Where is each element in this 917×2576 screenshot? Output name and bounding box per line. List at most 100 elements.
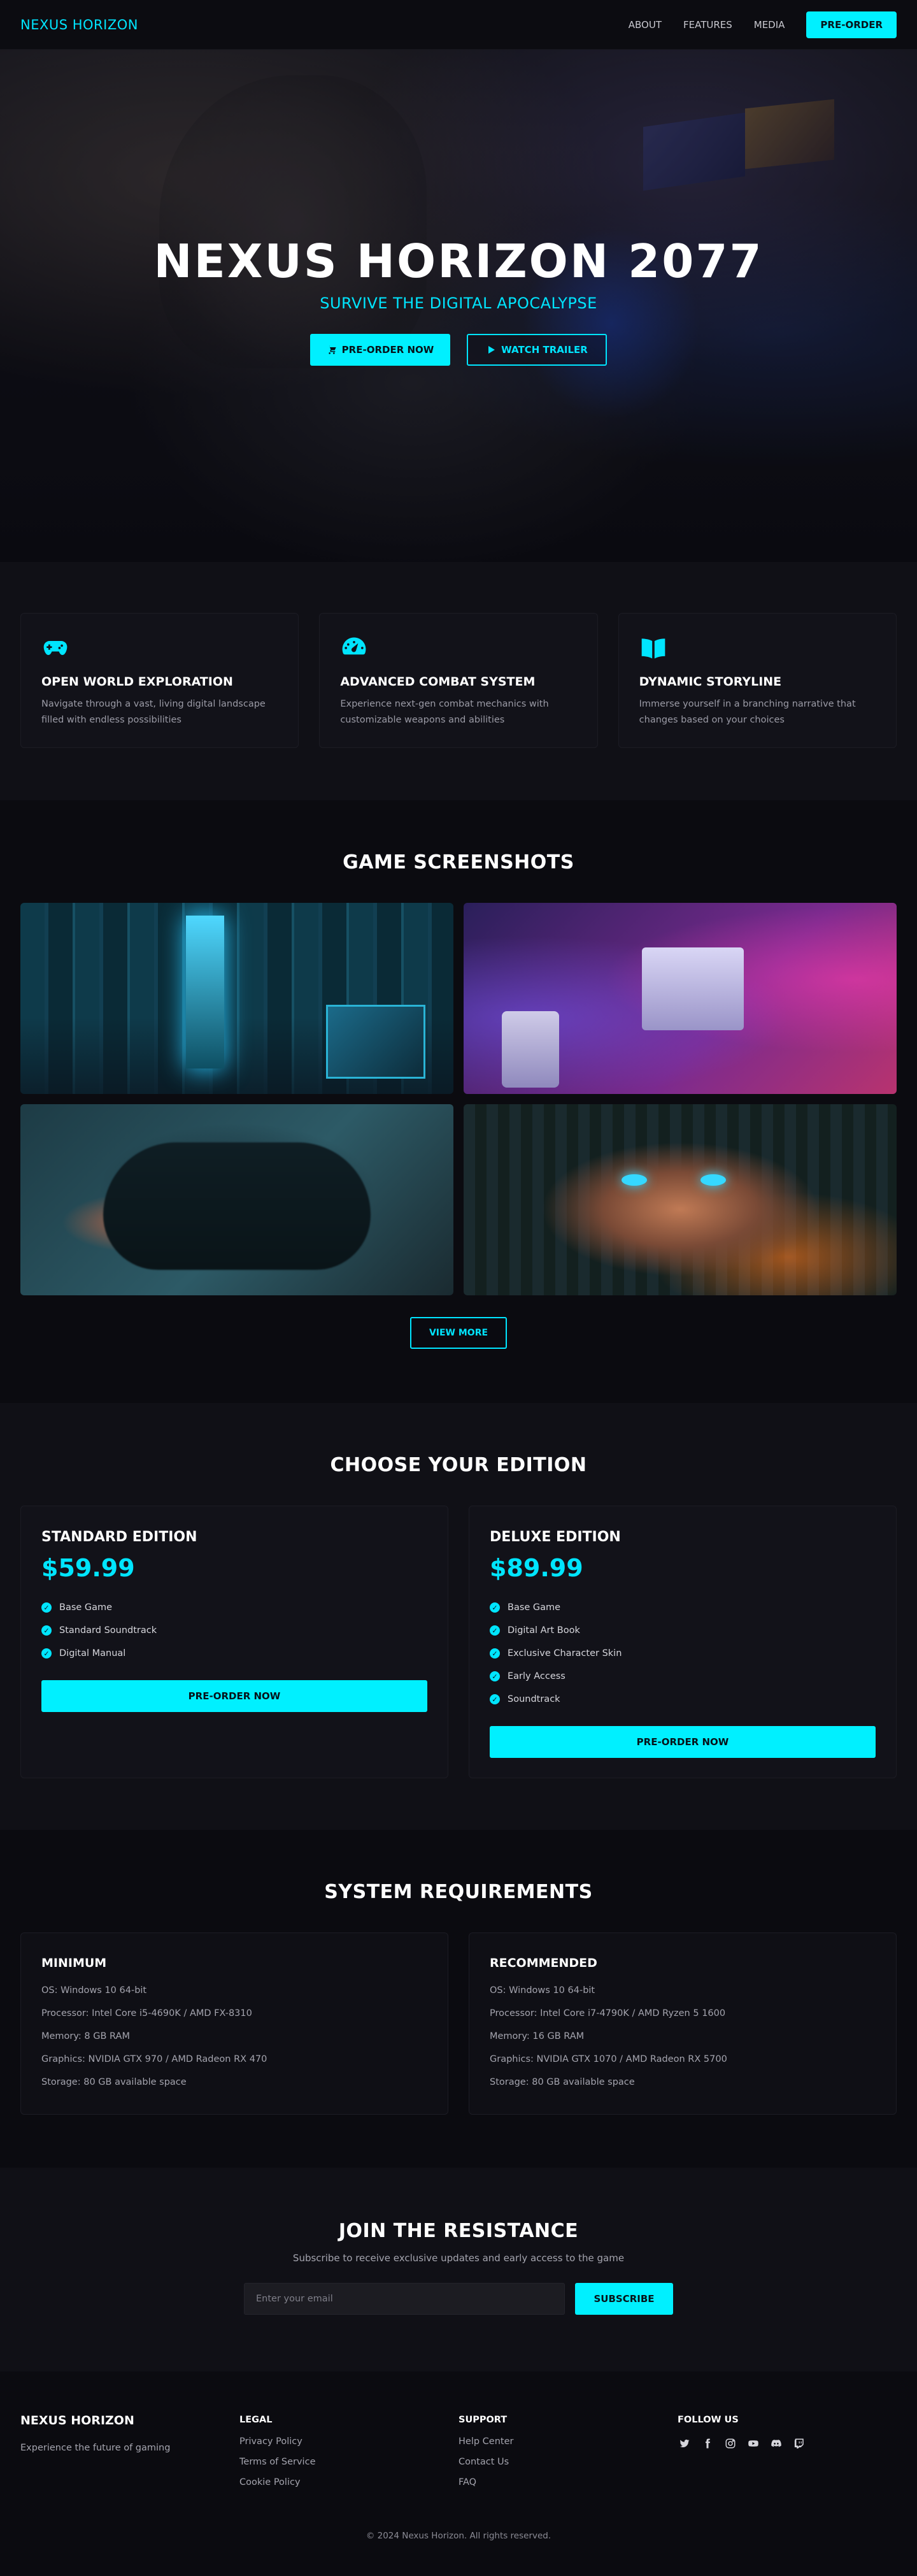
view-more-button[interactable]: VIEW MORE bbox=[410, 1317, 507, 1349]
footer-brand-column: NEXUS HORIZON Experience the future of g… bbox=[20, 2414, 239, 2498]
check-icon: ✓ bbox=[41, 1625, 52, 1636]
features-section: OPEN WORLD EXPLORATION Navigate through … bbox=[0, 562, 917, 800]
footer-link-faq[interactable]: FAQ bbox=[458, 2477, 678, 2498]
watch-trailer-button[interactable]: WATCH TRAILER bbox=[467, 334, 607, 366]
feature-description: Immerse yourself in a branching narrativ… bbox=[639, 699, 856, 726]
nav-link-features[interactable]: FEATURES bbox=[683, 19, 732, 31]
newsletter-subtitle: Subscribe to receive exclusive updates a… bbox=[292, 2252, 625, 2264]
edition-name: DELUXE EDITION bbox=[490, 1529, 621, 1545]
list-item: ✓ Exclusive Character Skin bbox=[490, 1642, 876, 1665]
feature-card: OPEN WORLD EXPLORATION Navigate through … bbox=[20, 613, 299, 748]
list-item: ✓ Base Game bbox=[490, 1596, 876, 1619]
nav-link-media[interactable]: MEDIA bbox=[754, 19, 785, 31]
list-item: ✓ Base Game bbox=[41, 1596, 427, 1619]
view-more-wrap: VIEW MORE bbox=[0, 1317, 917, 1349]
cart-icon bbox=[327, 345, 336, 354]
screenshot-grid bbox=[0, 903, 917, 1295]
edition-item-label: Exclusive Character Skin bbox=[508, 1648, 622, 1659]
edition-items: ✓ Base Game ✓ Standard Soundtrack ✓ Digital… bbox=[41, 1596, 427, 1665]
hero-actions: PRE-ORDER NOW WATCH TRAILER bbox=[0, 334, 917, 366]
hero-title: NEXUS HORIZON 2077 bbox=[153, 234, 764, 288]
hero-preorder-button[interactable]: PRE-ORDER NOW bbox=[310, 334, 450, 366]
recommended-requirements-card: RECOMMENDED OS: Windows 10 64-bit Proces… bbox=[469, 1932, 897, 2115]
check-icon: ✓ bbox=[490, 1625, 500, 1636]
edition-item-label: Digital Art Book bbox=[508, 1625, 580, 1636]
check-icon: ✓ bbox=[41, 1648, 52, 1659]
list-item: Memory: 16 GB RAM bbox=[490, 2031, 585, 2041]
edition-item-label: Soundtrack bbox=[508, 1694, 560, 1704]
screenshots-title: GAME SCREENSHOTS bbox=[343, 851, 574, 874]
hero-background-banner bbox=[643, 112, 745, 191]
email-input[interactable] bbox=[244, 2283, 565, 2315]
subscribe-button[interactable]: SUBSCRIBE bbox=[575, 2283, 673, 2315]
edition-item-label: Standard Soundtrack bbox=[59, 1625, 157, 1636]
nav-link-about[interactable]: ABOUT bbox=[629, 19, 662, 31]
check-icon: ✓ bbox=[490, 1671, 500, 1681]
screenshot-city[interactable] bbox=[20, 903, 453, 1094]
footer-heading: FOLLOW US bbox=[678, 2415, 739, 2425]
list-item: OS: Windows 10 64-bit bbox=[41, 1985, 147, 1996]
requirements-list: OS: Windows 10 64-bit Processor: Intel C… bbox=[41, 1985, 427, 2100]
footer-link-contact[interactable]: Contact Us bbox=[458, 2457, 678, 2477]
edition-item-label: Early Access bbox=[508, 1671, 565, 1681]
requirements-card-title: RECOMMENDED bbox=[490, 1956, 597, 1970]
list-item: Graphics: NVIDIA GTX 1070 / AMD Radeon R… bbox=[490, 2054, 727, 2064]
hero-section: NEXUS HORIZON 2077 SURVIVE THE DIGITAL A… bbox=[0, 50, 917, 562]
feature-card: DYNAMIC STORYLINE Immerse yourself in a … bbox=[618, 613, 897, 748]
feature-description: Navigate through a vast, living digital … bbox=[41, 699, 266, 726]
youtube-icon[interactable] bbox=[746, 2436, 760, 2450]
footer-support-column: SUPPORT Help Center Contact Us FAQ bbox=[458, 2414, 678, 2498]
footer-link-privacy[interactable]: Privacy Policy bbox=[239, 2436, 458, 2457]
newsletter-form: SUBSCRIBE bbox=[0, 2283, 917, 2315]
requirements-card-title: MINIMUM bbox=[41, 1956, 107, 1970]
footer-links: Privacy Policy Terms of Service Cookie P… bbox=[239, 2436, 458, 2498]
copyright: © 2024 Nexus Horizon. All rights reserve… bbox=[366, 2531, 551, 2541]
twitch-icon[interactable] bbox=[792, 2436, 806, 2450]
social-links bbox=[678, 2436, 897, 2450]
list-item: Storage: 80 GB available space bbox=[41, 2077, 187, 2087]
editions-title: CHOOSE YOUR EDITION bbox=[330, 1454, 587, 1476]
footer: NEXUS HORIZON Experience the future of g… bbox=[0, 2371, 917, 2576]
footer-link-cookies[interactable]: Cookie Policy bbox=[239, 2477, 458, 2498]
footer-link-terms[interactable]: Terms of Service bbox=[239, 2457, 458, 2477]
list-item: Processor: Intel Core i5-4690K / AMD FX-… bbox=[41, 2008, 252, 2018]
newsletter-section: JOIN THE RESISTANCE Subscribe to receive… bbox=[0, 2168, 917, 2371]
play-icon bbox=[488, 346, 495, 354]
facebook-icon[interactable] bbox=[700, 2436, 714, 2450]
hero-subtitle: SURVIVE THE DIGITAL APOCALYPSE bbox=[320, 294, 597, 312]
nav-links: ABOUT FEATURES MEDIA PRE-ORDER bbox=[629, 11, 897, 38]
edition-price: $89.99 bbox=[490, 1554, 583, 1582]
feature-card: ADVANCED COMBAT SYSTEM Experience next-g… bbox=[319, 613, 598, 748]
standard-preorder-button[interactable]: PRE-ORDER NOW bbox=[41, 1680, 427, 1712]
screenshot-controller[interactable] bbox=[20, 1104, 453, 1295]
feature-title: OPEN WORLD EXPLORATION bbox=[41, 675, 233, 689]
edition-item-label: Digital Manual bbox=[59, 1648, 126, 1659]
standard-edition-card: STANDARD EDITION $59.99 ✓ Base Game ✓ Stan… bbox=[20, 1506, 448, 1778]
edition-grid: STANDARD EDITION $59.99 ✓ Base Game ✓ Stan… bbox=[0, 1506, 917, 1778]
edition-price: $59.99 bbox=[41, 1554, 135, 1582]
footer-heading: LEGAL bbox=[239, 2415, 273, 2425]
footer-columns: NEXUS HORIZON Experience the future of g… bbox=[20, 2414, 897, 2498]
minimum-requirements-card: MINIMUM OS: Windows 10 64-bit Processor:… bbox=[20, 1932, 448, 2115]
footer-tagline: Experience the future of gaming bbox=[20, 2443, 171, 2453]
screenshot-character[interactable] bbox=[464, 1104, 897, 1295]
screenshots-section: GAME SCREENSHOTS VIEW MORE bbox=[0, 800, 917, 1403]
footer-link-help[interactable]: Help Center bbox=[458, 2436, 678, 2457]
deluxe-preorder-button[interactable]: PRE-ORDER NOW bbox=[490, 1726, 876, 1758]
brand-logo[interactable]: NEXUS HORIZON bbox=[20, 17, 138, 32]
feature-title: DYNAMIC STORYLINE bbox=[639, 675, 782, 689]
list-item: ✓ Digital Manual bbox=[41, 1642, 427, 1665]
screenshot-retro-computer[interactable] bbox=[464, 903, 897, 1094]
edition-name: STANDARD EDITION bbox=[41, 1529, 197, 1545]
footer-legal-column: LEGAL Privacy Policy Terms of Service Co… bbox=[239, 2414, 458, 2498]
nav-preorder-button[interactable]: PRE-ORDER bbox=[806, 11, 897, 38]
check-icon: ✓ bbox=[490, 1602, 500, 1613]
twitter-icon[interactable] bbox=[678, 2436, 692, 2450]
footer-brand: NEXUS HORIZON bbox=[20, 2414, 134, 2428]
deluxe-edition-card: DELUXE EDITION $89.99 ✓ Base Game ✓ Digita… bbox=[469, 1506, 897, 1778]
instagram-icon[interactable] bbox=[723, 2436, 737, 2450]
discord-icon[interactable] bbox=[769, 2436, 783, 2450]
requirements-title: SYSTEM REQUIREMENTS bbox=[324, 1881, 593, 1903]
edition-item-label: Base Game bbox=[59, 1602, 113, 1613]
newsletter-title: JOIN THE RESISTANCE bbox=[338, 2220, 579, 2242]
